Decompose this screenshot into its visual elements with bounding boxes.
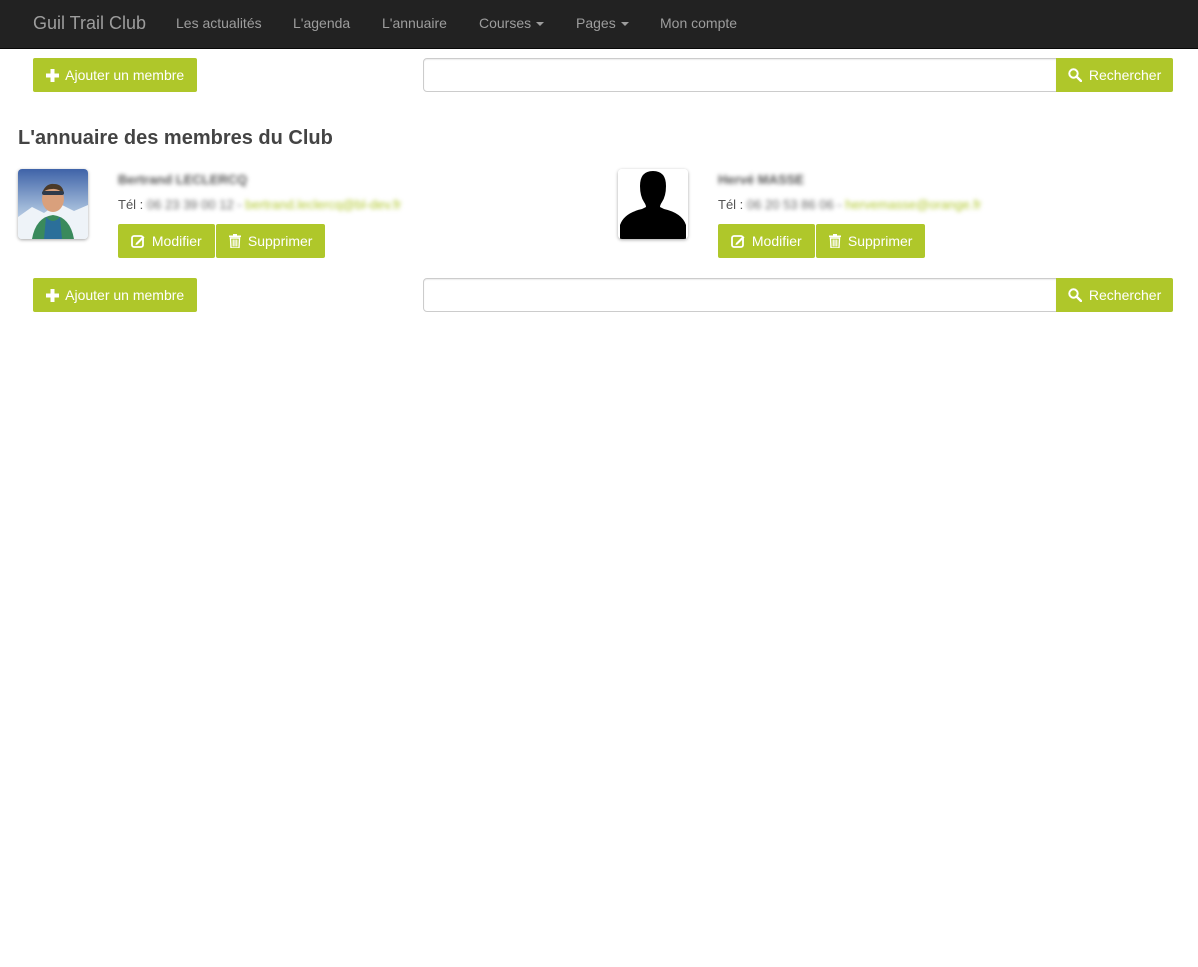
plus-icon	[46, 289, 59, 302]
member-email-link[interactable]: hervemasse@orange.fr	[845, 197, 981, 213]
member-contact: Tél : 06 23 39 00 12 - bertrand.leclercq…	[118, 197, 401, 213]
member-phone: 06 23 39 00 12	[146, 197, 234, 212]
search-label: Rechercher	[1088, 287, 1162, 303]
member-contact: Tél : 06 20 53 86 06 - hervemasse@orange…	[718, 197, 981, 213]
navbar: Guil Trail Club Les actualités L'agenda …	[0, 0, 1198, 49]
nav-item-label: L'agenda	[293, 15, 351, 31]
nav-item-label: Courses	[479, 15, 532, 31]
search-label: Rechercher	[1088, 67, 1162, 83]
member-avatar-placeholder	[618, 169, 688, 239]
nav-item-mon-compte[interactable]: Mon compte	[660, 15, 737, 31]
plus-icon	[46, 69, 59, 82]
search-button[interactable]: Rechercher	[1056, 58, 1173, 92]
search-input[interactable]	[423, 58, 1057, 92]
add-member-label: Ajouter un membre	[65, 67, 185, 83]
search-icon	[1068, 288, 1082, 302]
nav-item-pages[interactable]: Pages	[576, 15, 629, 31]
tel-label: Tél :	[718, 197, 744, 212]
user-silhouette-icon	[618, 169, 688, 239]
edit-label: Modifier	[151, 233, 202, 249]
nav-item-courses[interactable]: Courses	[479, 15, 545, 31]
edit-member-button[interactable]: Modifier	[118, 224, 215, 258]
member-email-link[interactable]: bertrand.leclercq@bl-dev.fr	[245, 197, 401, 213]
edit-label: Modifier	[751, 233, 802, 249]
nav-item-label: Mon compte	[660, 15, 738, 31]
member-name: Bertrand LECLERCQ	[118, 172, 248, 187]
page-title: L'annuaire des membres du Club	[18, 127, 333, 149]
nav-item-annuaire[interactable]: L'annuaire	[382, 15, 447, 31]
add-member-label: Ajouter un membre	[65, 287, 185, 303]
delete-member-button[interactable]: Supprimer	[216, 224, 326, 258]
delete-label: Supprimer	[247, 233, 313, 249]
search-button-bottom[interactable]: Rechercher	[1056, 278, 1173, 312]
caret-down-icon	[620, 22, 629, 27]
tel-label: Tél :	[118, 197, 144, 212]
delete-label: Supprimer	[847, 233, 913, 249]
nav-item-label: Les actualités	[176, 15, 262, 31]
trash-icon	[829, 234, 841, 248]
trash-icon	[229, 234, 241, 248]
member-avatar-photo	[18, 169, 88, 239]
nav-item-label: Pages	[576, 15, 616, 31]
nav-item-agenda[interactable]: L'agenda	[293, 15, 350, 31]
add-member-button-bottom[interactable]: Ajouter un membre	[33, 278, 198, 312]
edit-icon	[731, 235, 745, 248]
nav-item-label: L'annuaire	[382, 15, 447, 31]
nav-item-actualites[interactable]: Les actualités	[176, 15, 262, 31]
contact-separator: -	[837, 197, 842, 212]
add-member-button[interactable]: Ajouter un membre	[33, 58, 198, 92]
search-input-bottom[interactable]	[423, 278, 1057, 312]
search-icon	[1068, 68, 1082, 82]
contact-separator: -	[237, 197, 242, 212]
member-phone: 06 20 53 86 06	[746, 197, 834, 212]
caret-down-icon	[536, 22, 545, 27]
member-name: Hervé MASSE	[718, 172, 804, 187]
edit-member-button[interactable]: Modifier	[718, 224, 815, 258]
delete-member-button[interactable]: Supprimer	[816, 224, 926, 258]
brand-link[interactable]: Guil Trail Club	[33, 13, 146, 33]
edit-icon	[131, 235, 145, 248]
